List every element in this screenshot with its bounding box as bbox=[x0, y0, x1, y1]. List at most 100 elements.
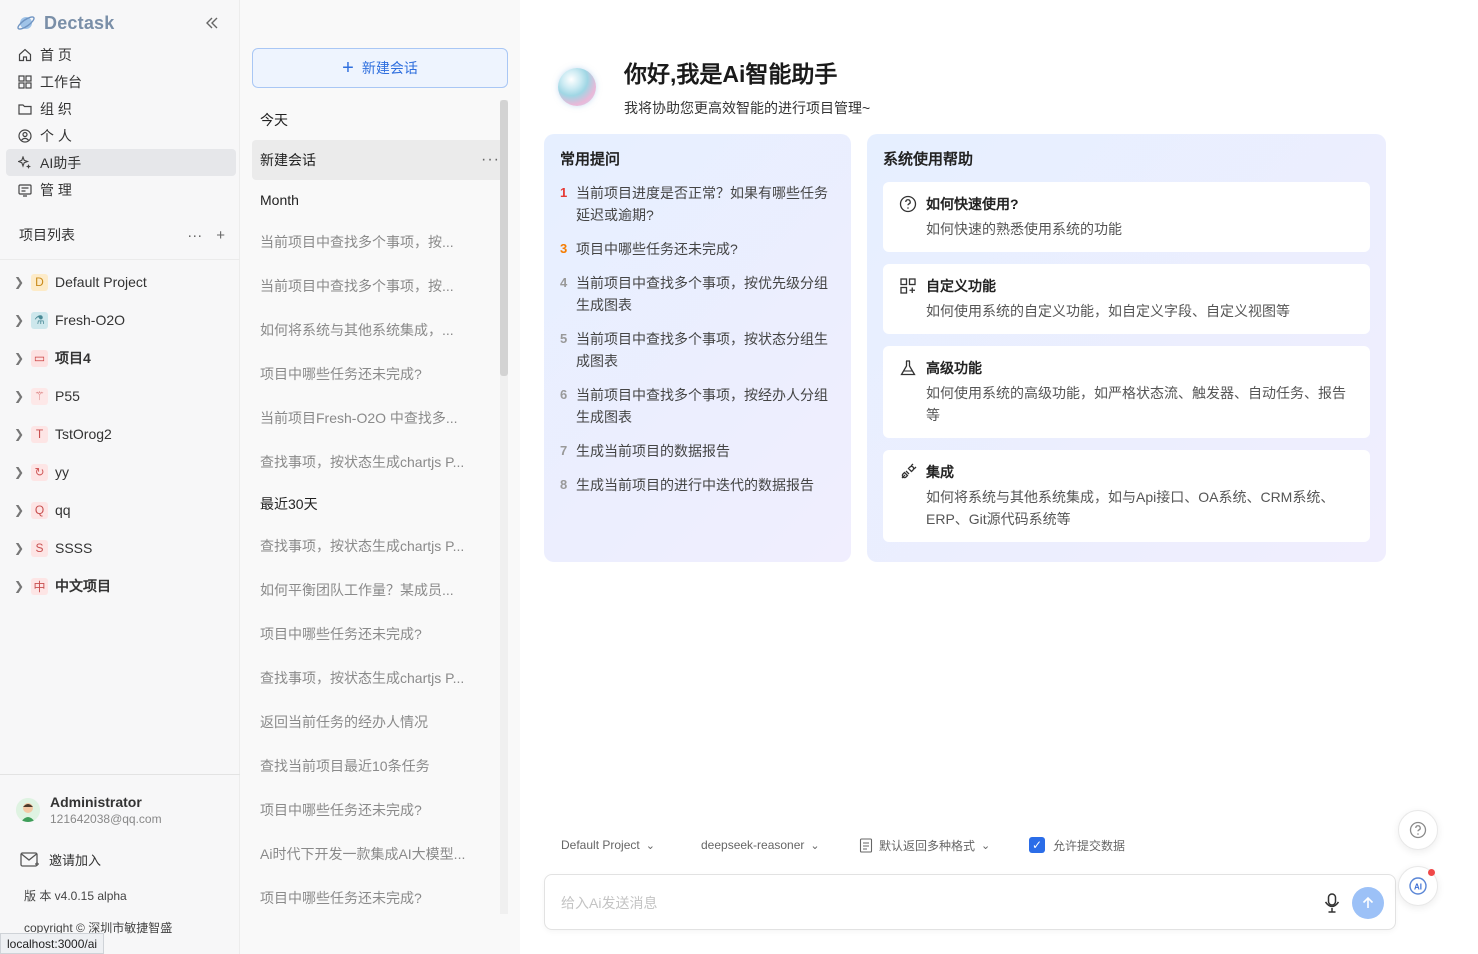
project-select-value: Default Project bbox=[561, 838, 640, 852]
project-item[interactable]: ❯ ⚗ Fresh-O2O bbox=[10, 301, 236, 339]
help-item[interactable]: 高级功能 如何使用系统的高级功能，如严格状态流、触发器、自动任务、报告等 bbox=[883, 346, 1370, 438]
brand[interactable]: Dectask bbox=[16, 10, 114, 36]
conversation-item[interactable]: 查找事项，按状态生成chartjs P... bbox=[252, 524, 508, 568]
help-item-title: 如何快速使用? bbox=[926, 196, 1019, 212]
conversation-item[interactable]: 项目中哪些任务还未完成? bbox=[252, 352, 508, 396]
flask-icon bbox=[899, 359, 917, 377]
system-help-title: 系统使用帮助 bbox=[883, 151, 974, 168]
prompt-item[interactable]: 8 生成当前项目的进行中迭代的数据报告 bbox=[560, 474, 835, 496]
format-select-value: 默认返回多种格式 bbox=[879, 838, 976, 853]
model-select-value: deepseek-reasoner bbox=[701, 838, 805, 852]
microphone-icon[interactable] bbox=[1323, 892, 1341, 914]
more-icon[interactable]: ··· bbox=[481, 151, 500, 169]
conversation-item[interactable]: 查找事项，按状态生成chartjs P... bbox=[252, 440, 508, 484]
conversation-title: 如何将系统与其他系统集成，... bbox=[260, 322, 454, 338]
project-badge: ⚗ bbox=[31, 311, 48, 329]
prompt-item[interactable]: 1 当前项目进度是否正常？如果有哪些任务延迟或逾期? bbox=[560, 182, 835, 226]
chevron-right-icon[interactable]: ❯ bbox=[10, 275, 28, 289]
invite-label: 邀请加入 bbox=[49, 853, 102, 868]
conversation-item[interactable]: 当前项目Fresh-O2O 中查找多... bbox=[252, 396, 508, 440]
project-item[interactable]: ❯ 中中文项目 bbox=[10, 567, 236, 605]
more-icon[interactable]: ··· bbox=[187, 227, 202, 244]
project-item[interactable]: ❯ ⚚ P55 bbox=[10, 377, 236, 415]
project-item[interactable]: ❯ Qqq bbox=[10, 491, 236, 529]
chevron-right-icon[interactable]: ❯ bbox=[10, 427, 28, 441]
nav-item-1[interactable]: 工作台 bbox=[6, 68, 236, 95]
project-badge: T bbox=[31, 425, 48, 443]
user-profile[interactable]: Administrator 121642038@qq.com bbox=[16, 794, 162, 826]
conversation-item[interactable]: 项目中哪些任务还未完成? bbox=[252, 612, 508, 656]
project-badge: ⚚ bbox=[31, 387, 48, 405]
conversation-item[interactable]: Ai时代下开发一款集成AI大模型... bbox=[252, 832, 508, 876]
common-questions-card: 常用提问 1 当前项目进度是否正常？如果有哪些任务延迟或逾期? 3 项目中哪些任务还未… bbox=[544, 134, 851, 562]
conversation-title: 项目中哪些任务还未完成? bbox=[260, 626, 422, 642]
project-item[interactable]: ❯ D Default Project bbox=[10, 263, 236, 301]
nav-item-5[interactable]: 管 理 bbox=[6, 176, 236, 203]
chevron-right-icon[interactable]: ❯ bbox=[10, 313, 28, 327]
conversation-item[interactable]: 项目中哪些任务还未完成? bbox=[252, 876, 508, 914]
conversation-item[interactable]: 返回当前任务的经办人情况 bbox=[252, 700, 508, 744]
main-nav: 首 页工作台组 织个 人 AI助手管 理 bbox=[6, 41, 236, 203]
conversation-item[interactable]: 查找事项，按状态生成chartjs P... bbox=[252, 656, 508, 700]
chevron-right-icon[interactable]: ❯ bbox=[10, 503, 28, 517]
conversation-title: 查找事项，按状态生成chartjs P... bbox=[260, 454, 465, 470]
help-float-button[interactable] bbox=[1398, 810, 1438, 850]
prompt-item[interactable]: 3 项目中哪些任务还未完成? bbox=[560, 238, 835, 260]
conversation-item[interactable]: 如何平衡团队工作量？某成员... bbox=[252, 568, 508, 612]
help-item[interactable]: 集成 如何将系统与其他系统集成，如与Api接口、OA系统、CRM系统、ERP、Gi… bbox=[883, 450, 1370, 542]
prompt-item[interactable]: 5 当前项目中查找多个事项，按状态分组生成图表 bbox=[560, 328, 835, 372]
project-select[interactable]: Default Project ⌄ bbox=[561, 838, 701, 852]
project-name: TstOrog2 bbox=[55, 426, 112, 442]
divider bbox=[0, 259, 240, 260]
send-button[interactable] bbox=[1352, 887, 1384, 919]
common-questions-title: 常用提问 bbox=[560, 151, 621, 168]
nav-item-2[interactable]: 组 织 bbox=[6, 95, 236, 122]
collapse-sidebar-icon[interactable] bbox=[202, 13, 222, 33]
prompt-item[interactable]: 7 生成当前项目的数据报告 bbox=[560, 440, 835, 462]
prompt-number: 7 bbox=[560, 443, 568, 458]
model-select[interactable]: deepseek-reasoner ⌄ bbox=[701, 838, 859, 852]
project-badge: S bbox=[31, 539, 48, 557]
chevron-down-icon: ⌄ bbox=[981, 839, 991, 852]
project-item[interactable]: ❯ S SSSS bbox=[10, 529, 236, 567]
folder-icon bbox=[18, 102, 32, 116]
avatar bbox=[16, 798, 40, 822]
conversation-group-label: 最近30天 bbox=[260, 496, 318, 512]
invite-button[interactable]: 邀请加入 bbox=[20, 850, 101, 869]
conversation-item[interactable]: 查找当前项目最近10条任务 bbox=[252, 744, 508, 788]
help-item-desc: 如何使用系统的自定义功能，如自定义字段、自定义视图等 bbox=[926, 303, 1290, 319]
allow-submit-checkbox[interactable]: ✓ 允许提交数据 bbox=[1029, 837, 1125, 854]
scrollbar-thumb[interactable] bbox=[500, 100, 508, 376]
conversation-item[interactable]: 新建会话 ··· bbox=[252, 140, 508, 180]
project-item[interactable]: ❯ ▭ 项目4 bbox=[10, 339, 236, 377]
new-chat-button[interactable]: + 新建会话 bbox=[252, 48, 508, 88]
nav-item-0[interactable]: 首 页 bbox=[6, 41, 236, 68]
format-select[interactable]: 默认返回多种格式 ⌄ bbox=[859, 837, 1029, 854]
user-email: 121642038@qq.com bbox=[50, 812, 162, 826]
checkbox-checked-icon[interactable]: ✓ bbox=[1029, 837, 1045, 853]
chevron-right-icon[interactable]: ❯ bbox=[10, 579, 28, 593]
project-badge: ▭ bbox=[31, 349, 48, 367]
nav-item-label: 管 理 bbox=[40, 181, 72, 198]
conversation-item[interactable]: 当前项目中查找多个事项，按... bbox=[252, 264, 508, 308]
conversation-item[interactable]: 项目中哪些任务还未完成? bbox=[252, 788, 508, 832]
chevron-right-icon[interactable]: ❯ bbox=[10, 541, 28, 555]
project-item[interactable]: ❯ T TstOrog2 bbox=[10, 415, 236, 453]
ai-float-button[interactable]: AI bbox=[1398, 866, 1438, 906]
chevron-right-icon[interactable]: ❯ bbox=[10, 389, 28, 403]
prompt-item[interactable]: 4 当前项目中查找多个事项，按优先级分组生成图表 bbox=[560, 272, 835, 316]
nav-item-4[interactable]: AI助手 bbox=[6, 149, 236, 176]
nav-item-label: AI助手 bbox=[40, 154, 82, 171]
chevron-right-icon[interactable]: ❯ bbox=[10, 351, 28, 365]
project-item[interactable]: ❯ ↻ yy bbox=[10, 453, 236, 491]
conversation-item[interactable]: 如何将系统与其他系统集成，... bbox=[252, 308, 508, 352]
chevron-right-icon[interactable]: ❯ bbox=[10, 465, 28, 479]
help-item[interactable]: 如何快速使用? 如何快速的熟悉使用系统的功能 bbox=[883, 182, 1370, 252]
help-item[interactable]: 自定义功能 如何使用系统的自定义功能，如自定义字段、自定义视图等 bbox=[883, 264, 1370, 334]
conversation-scrollbar[interactable] bbox=[500, 100, 508, 914]
add-project-icon[interactable]: + bbox=[216, 227, 225, 244]
prompt-item[interactable]: 6 当前项目中查找多个事项，按经办人分组生成图表 bbox=[560, 384, 835, 428]
message-input[interactable] bbox=[561, 892, 1301, 914]
conversation-item[interactable]: 当前项目中查找多个事项，按... bbox=[252, 220, 508, 264]
nav-item-3[interactable]: 个 人 bbox=[6, 122, 236, 149]
